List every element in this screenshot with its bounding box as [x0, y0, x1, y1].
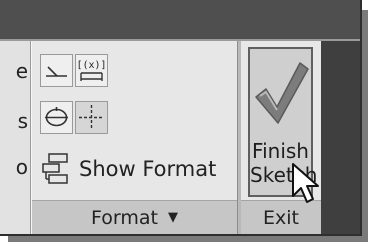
show-format-icon — [42, 153, 68, 184]
format-panel-title-label: Format — [91, 206, 158, 229]
svg-text:[(x)]: [(x)] — [76, 60, 106, 71]
construction-toggle-button[interactable] — [75, 101, 108, 134]
constraint-tool-button[interactable] — [40, 54, 73, 87]
ribbon-titlebar — [0, 0, 360, 39]
project-geometry-icon — [45, 107, 68, 127]
project-geometry-button[interactable] — [40, 101, 73, 134]
construction-icon — [79, 105, 104, 130]
window-shadow-right — [362, 10, 368, 242]
show-format-label: Show Format — [79, 157, 217, 181]
show-format-button[interactable]: Show Format — [41, 149, 236, 189]
previous-panel: e s o — [0, 41, 31, 234]
pointer-cursor-icon — [292, 163, 319, 203]
window-shadow-bottom — [8, 236, 368, 242]
ribbon-background — [321, 41, 360, 234]
previous-panel-label: s — [17, 109, 28, 133]
dimension-tool-button[interactable]: [(x)] — [75, 54, 108, 87]
checkmark-icon — [255, 62, 309, 124]
constraint-icon — [46, 66, 67, 77]
finish-label-line1: Finish — [252, 139, 309, 163]
dimension-icon: [(x)] — [76, 60, 107, 81]
chevron-down-icon: ▼ — [167, 210, 178, 225]
format-panel-title[interactable]: Format ▼ — [32, 200, 237, 234]
previous-panel-label: o — [15, 155, 28, 179]
previous-panel-label: e — [15, 59, 28, 83]
exit-panel-title-label: Exit — [263, 206, 299, 229]
format-panel: [(x)] Show Format Format ▼ — [31, 41, 237, 234]
